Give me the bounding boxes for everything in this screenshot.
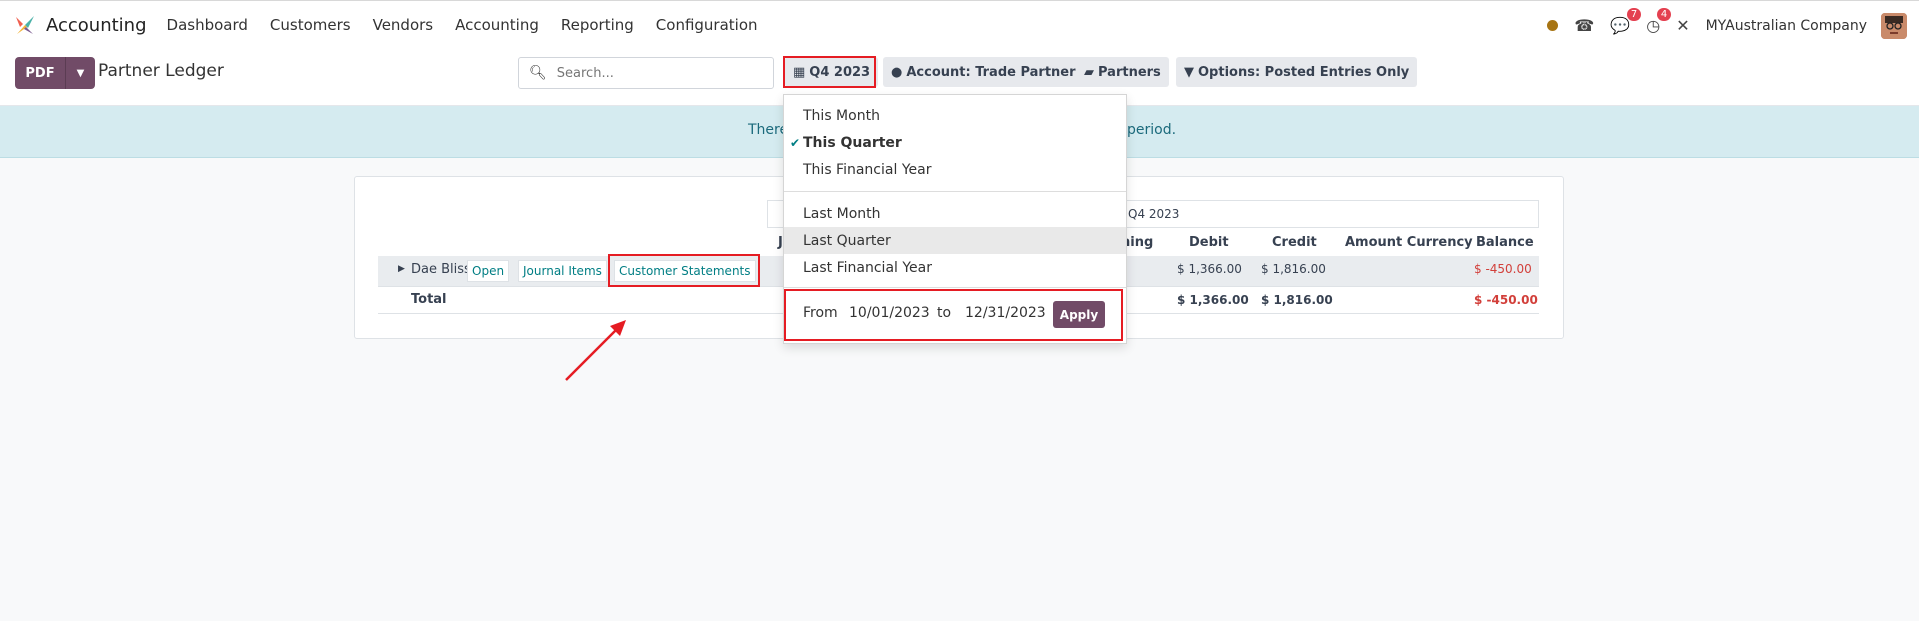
top-navbar: Accounting Dashboard Customers Vendors A…	[0, 0, 1919, 49]
option-label: This Financial Year	[803, 161, 932, 178]
col-debit: Debit	[1189, 235, 1229, 250]
menu-customers[interactable]: Customers	[270, 16, 351, 34]
period-label: Q4 2023	[1128, 207, 1180, 221]
divider	[784, 287, 1126, 288]
phone-icon[interactable]: ☎	[1574, 16, 1594, 35]
caret-down-icon: ▼	[76, 67, 85, 79]
pdf-button-group: PDF ▼	[15, 57, 95, 89]
tools-icon[interactable]: ✕	[1676, 16, 1689, 35]
funnel-icon: ▼	[1184, 64, 1194, 80]
option-last-month[interactable]: Last Month	[784, 200, 1126, 227]
menu-vendors[interactable]: Vendors	[373, 16, 434, 34]
journal-items-button[interactable]: Journal Items	[518, 260, 607, 282]
status-dot-icon[interactable]	[1547, 20, 1559, 31]
systray: ☎ 💬 7 ◷ 4 ✕ MYAustralian Company	[1531, 1, 1907, 50]
col-balance: Balance	[1476, 235, 1534, 250]
option-label: This Quarter	[803, 134, 902, 151]
options-filter-label: Options: Posted Entries Only	[1198, 64, 1410, 80]
annotation-box-customer-statements	[608, 254, 760, 287]
search-icon: 🔍︎	[529, 65, 547, 81]
annotation-box-date-filter	[783, 56, 876, 88]
chat-badge: 7	[1626, 8, 1642, 21]
user-icon: ●	[891, 64, 903, 80]
company-switcher[interactable]: MYAustralian Company	[1706, 18, 1867, 34]
option-this-month[interactable]: This Month	[784, 102, 1126, 129]
options-filter-button[interactable]: ▼ Options: Posted Entries Only	[1176, 57, 1418, 87]
menu-reporting[interactable]: Reporting	[561, 16, 634, 34]
divider	[784, 191, 1126, 192]
search-input[interactable]	[556, 65, 757, 81]
open-button[interactable]: Open	[467, 260, 510, 282]
menu-accounting[interactable]: Accounting	[455, 16, 539, 34]
activity-clock-icon[interactable]: ◷ 4	[1646, 8, 1672, 35]
total-balance: $ -450.00	[1474, 293, 1538, 307]
option-this-financial-year[interactable]: This Financial Year	[784, 156, 1126, 183]
checkmark-icon: ✔	[790, 135, 801, 150]
folder-icon: ▰	[1084, 64, 1094, 80]
expand-caret-icon[interactable]: ▶	[398, 264, 405, 274]
option-label: This Month	[803, 107, 880, 124]
row-debit: $ 1,366.00	[1177, 262, 1242, 276]
option-label: Last Quarter	[803, 232, 891, 249]
total-credit: $ 1,816.00	[1261, 293, 1333, 307]
option-label: Last Month	[803, 205, 881, 222]
menu-configuration[interactable]: Configuration	[656, 16, 758, 34]
col-credit: Credit	[1272, 235, 1317, 250]
activity-badge: 4	[1656, 8, 1672, 21]
chat-icon[interactable]: 💬 7	[1610, 8, 1642, 35]
row-balance: $ -450.00	[1474, 262, 1532, 276]
export-dropdown-toggle[interactable]: ▼	[65, 57, 95, 89]
accounting-app-icon[interactable]	[14, 14, 36, 36]
partners-filter-label: Partners	[1098, 64, 1161, 80]
search-box: 🔍︎	[518, 57, 774, 89]
alert-text-right: period.	[1127, 122, 1177, 138]
total-label: Total	[411, 292, 447, 307]
option-label: Last Financial Year	[803, 259, 933, 276]
row-credit: $ 1,816.00	[1261, 262, 1326, 276]
option-this-quarter[interactable]: ✔ This Quarter	[784, 129, 1126, 156]
account-filter-button[interactable]: ● Account: Trade Partners	[883, 57, 1092, 87]
annotation-box-date-range	[784, 289, 1123, 341]
annotation-arrow-icon	[565, 320, 626, 381]
partner-name[interactable]: Dae Bliss	[411, 262, 471, 277]
user-avatar[interactable]	[1881, 12, 1907, 39]
option-last-quarter[interactable]: Last Quarter	[784, 227, 1126, 254]
pdf-button[interactable]: PDF	[15, 57, 65, 89]
menu-dashboard[interactable]: Dashboard	[167, 16, 248, 34]
partners-filter-button[interactable]: ▰ Partners	[1076, 57, 1169, 87]
col-amount-currency: Amount Currency	[1345, 235, 1473, 250]
option-last-financial-year[interactable]: Last Financial Year	[784, 254, 1126, 281]
account-filter-label: Account: Trade Partners	[906, 64, 1084, 80]
app-name[interactable]: Accounting	[46, 15, 147, 36]
page-title: Partner Ledger	[98, 61, 224, 81]
total-debit: $ 1,366.00	[1177, 293, 1249, 307]
